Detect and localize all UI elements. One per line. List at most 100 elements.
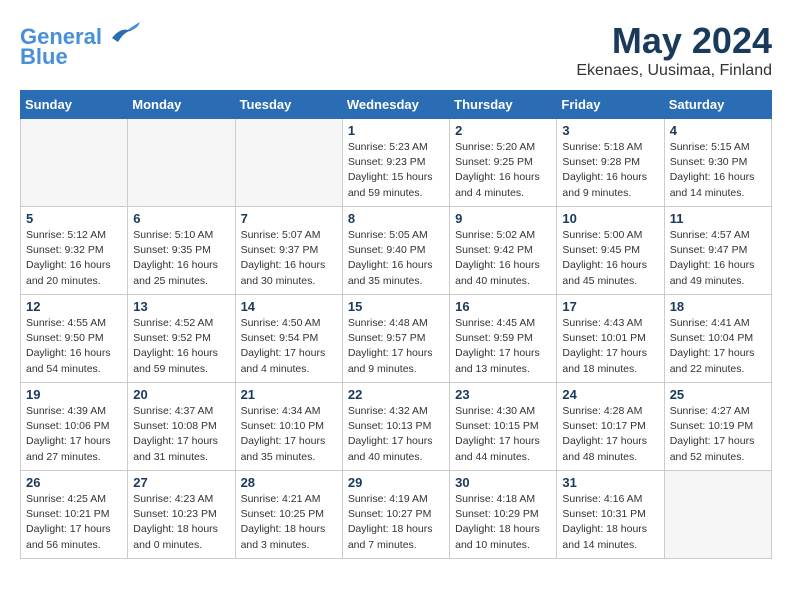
day-number: 18 — [670, 299, 766, 314]
day-info: Sunrise: 4:18 AM Sunset: 10:29 PM Daylig… — [455, 492, 551, 553]
calendar-cell: 6 Sunrise: 5:10 AM Sunset: 9:35 PM Daylig… — [128, 207, 235, 295]
day-info: Sunrise: 4:21 AM Sunset: 10:25 PM Daylig… — [241, 492, 337, 553]
calendar-cell: 2 Sunrise: 5:20 AM Sunset: 9:25 PM Daylig… — [450, 119, 557, 207]
day-number: 6 — [133, 211, 229, 226]
calendar-cell: 8 Sunrise: 5:05 AM Sunset: 9:40 PM Daylig… — [342, 207, 449, 295]
day-info: Sunrise: 5:23 AM Sunset: 9:23 PM Dayligh… — [348, 140, 444, 201]
day-info: Sunrise: 4:32 AM Sunset: 10:13 PM Daylig… — [348, 404, 444, 465]
header-friday: Friday — [557, 91, 664, 119]
day-info: Sunrise: 4:27 AM Sunset: 10:19 PM Daylig… — [670, 404, 766, 465]
calendar-cell: 31Sunrise: 4:16 AM Sunset: 10:31 PM Dayl… — [557, 471, 664, 559]
week-row-5: 26Sunrise: 4:25 AM Sunset: 10:21 PM Dayl… — [21, 471, 772, 559]
header-saturday: Saturday — [664, 91, 771, 119]
calendar-cell: 3 Sunrise: 5:18 AM Sunset: 9:28 PM Daylig… — [557, 119, 664, 207]
calendar-cell: 25 Sunrise: 4:27 AM Sunset: 10:19 PM Dayl… — [664, 383, 771, 471]
day-info: Sunrise: 4:37 AM Sunset: 10:08 PM Daylig… — [133, 404, 229, 465]
day-number: 28 — [241, 475, 337, 490]
day-number: 24 — [562, 387, 658, 402]
day-number: 9 — [455, 211, 551, 226]
calendar-cell: 26Sunrise: 4:25 AM Sunset: 10:21 PM Dayl… — [21, 471, 128, 559]
calendar-cell: 28 Sunrise: 4:21 AM Sunset: 10:25 PM Dayl… — [235, 471, 342, 559]
title-block: May 2024 Ekenaes, Uusimaa, Finland — [576, 20, 772, 80]
day-number: 27 — [133, 475, 229, 490]
day-number: 21 — [241, 387, 337, 402]
day-info: Sunrise: 4:45 AM Sunset: 9:59 PM Dayligh… — [455, 316, 551, 377]
day-number: 13 — [133, 299, 229, 314]
calendar-cell: 11 Sunrise: 4:57 AM Sunset: 9:47 PM Dayli… — [664, 207, 771, 295]
day-info: Sunrise: 4:34 AM Sunset: 10:10 PM Daylig… — [241, 404, 337, 465]
calendar-cell: 12 Sunrise: 4:55 AM Sunset: 9:50 PM Dayli… — [21, 295, 128, 383]
day-number: 19 — [26, 387, 122, 402]
calendar-cell: 23 Sunrise: 4:30 AM Sunset: 10:15 PM Dayl… — [450, 383, 557, 471]
calendar-cell: 19 Sunrise: 4:39 AM Sunset: 10:06 PM Dayl… — [21, 383, 128, 471]
calendar-cell: 22 Sunrise: 4:32 AM Sunset: 10:13 PM Dayl… — [342, 383, 449, 471]
day-info: Sunrise: 5:18 AM Sunset: 9:28 PM Dayligh… — [562, 140, 658, 201]
calendar-cell: 30 Sunrise: 4:18 AM Sunset: 10:29 PM Dayl… — [450, 471, 557, 559]
logo-bird-icon — [110, 20, 140, 44]
day-info: Sunrise: 4:50 AM Sunset: 9:54 PM Dayligh… — [241, 316, 337, 377]
logo: General Blue — [20, 20, 140, 70]
week-row-1: 1 Sunrise: 5:23 AM Sunset: 9:23 PM Daylig… — [21, 119, 772, 207]
day-info: Sunrise: 5:10 AM Sunset: 9:35 PM Dayligh… — [133, 228, 229, 289]
calendar-cell: 5 Sunrise: 5:12 AM Sunset: 9:32 PM Daylig… — [21, 207, 128, 295]
day-number: 1 — [348, 123, 444, 138]
day-info: Sunrise: 5:00 AM Sunset: 9:45 PM Dayligh… — [562, 228, 658, 289]
day-number: 16 — [455, 299, 551, 314]
calendar-cell: 13 Sunrise: 4:52 AM Sunset: 9:52 PM Dayli… — [128, 295, 235, 383]
calendar-cell: 18 Sunrise: 4:41 AM Sunset: 10:04 PM Dayl… — [664, 295, 771, 383]
day-info: Sunrise: 5:15 AM Sunset: 9:30 PM Dayligh… — [670, 140, 766, 201]
calendar-cell: 29Sunrise: 4:19 AM Sunset: 10:27 PM Dayl… — [342, 471, 449, 559]
day-number: 12 — [26, 299, 122, 314]
calendar-cell — [21, 119, 128, 207]
header-monday: Monday — [128, 91, 235, 119]
day-info: Sunrise: 4:28 AM Sunset: 10:17 PM Daylig… — [562, 404, 658, 465]
calendar-cell — [235, 119, 342, 207]
calendar-header-row: SundayMondayTuesdayWednesdayThursdayFrid… — [21, 91, 772, 119]
day-number: 22 — [348, 387, 444, 402]
day-info: Sunrise: 5:20 AM Sunset: 9:25 PM Dayligh… — [455, 140, 551, 201]
day-number: 20 — [133, 387, 229, 402]
day-number: 8 — [348, 211, 444, 226]
day-info: Sunrise: 4:30 AM Sunset: 10:15 PM Daylig… — [455, 404, 551, 465]
day-info: Sunrise: 4:57 AM Sunset: 9:47 PM Dayligh… — [670, 228, 766, 289]
calendar-cell: 24 Sunrise: 4:28 AM Sunset: 10:17 PM Dayl… — [557, 383, 664, 471]
day-number: 4 — [670, 123, 766, 138]
day-number: 25 — [670, 387, 766, 402]
day-number: 15 — [348, 299, 444, 314]
calendar-cell: 20 Sunrise: 4:37 AM Sunset: 10:08 PM Dayl… — [128, 383, 235, 471]
calendar-cell — [128, 119, 235, 207]
calendar-cell — [664, 471, 771, 559]
header-thursday: Thursday — [450, 91, 557, 119]
day-info: Sunrise: 5:05 AM Sunset: 9:40 PM Dayligh… — [348, 228, 444, 289]
day-info: Sunrise: 4:39 AM Sunset: 10:06 PM Daylig… — [26, 404, 122, 465]
calendar-cell: 4 Sunrise: 5:15 AM Sunset: 9:30 PM Daylig… — [664, 119, 771, 207]
day-info: Sunrise: 4:48 AM Sunset: 9:57 PM Dayligh… — [348, 316, 444, 377]
day-number: 29 — [348, 475, 444, 490]
calendar-cell: 15 Sunrise: 4:48 AM Sunset: 9:57 PM Dayli… — [342, 295, 449, 383]
day-number: 11 — [670, 211, 766, 226]
calendar-cell: 27Sunrise: 4:23 AM Sunset: 10:23 PM Dayl… — [128, 471, 235, 559]
header-wednesday: Wednesday — [342, 91, 449, 119]
day-number: 2 — [455, 123, 551, 138]
calendar-cell: 14Sunrise: 4:50 AM Sunset: 9:54 PM Dayli… — [235, 295, 342, 383]
day-info: Sunrise: 4:55 AM Sunset: 9:50 PM Dayligh… — [26, 316, 122, 377]
location-title: Ekenaes, Uusimaa, Finland — [576, 62, 772, 80]
day-info: Sunrise: 4:41 AM Sunset: 10:04 PM Daylig… — [670, 316, 766, 377]
day-number: 5 — [26, 211, 122, 226]
day-number: 7 — [241, 211, 337, 226]
day-info: Sunrise: 4:16 AM Sunset: 10:31 PM Daylig… — [562, 492, 658, 553]
day-number: 10 — [562, 211, 658, 226]
calendar-cell: 10 Sunrise: 5:00 AM Sunset: 9:45 PM Dayli… — [557, 207, 664, 295]
page-header: General Blue May 2024 Ekenaes, Uusimaa, … — [20, 20, 772, 80]
week-row-4: 19 Sunrise: 4:39 AM Sunset: 10:06 PM Dayl… — [21, 383, 772, 471]
calendar-cell: 17Sunrise: 4:43 AM Sunset: 10:01 PM Dayl… — [557, 295, 664, 383]
day-number: 30 — [455, 475, 551, 490]
day-info: Sunrise: 5:12 AM Sunset: 9:32 PM Dayligh… — [26, 228, 122, 289]
day-info: Sunrise: 5:02 AM Sunset: 9:42 PM Dayligh… — [455, 228, 551, 289]
week-row-2: 5 Sunrise: 5:12 AM Sunset: 9:32 PM Daylig… — [21, 207, 772, 295]
day-number: 3 — [562, 123, 658, 138]
day-number: 23 — [455, 387, 551, 402]
day-info: Sunrise: 4:52 AM Sunset: 9:52 PM Dayligh… — [133, 316, 229, 377]
header-sunday: Sunday — [21, 91, 128, 119]
calendar-cell: 16 Sunrise: 4:45 AM Sunset: 9:59 PM Dayli… — [450, 295, 557, 383]
